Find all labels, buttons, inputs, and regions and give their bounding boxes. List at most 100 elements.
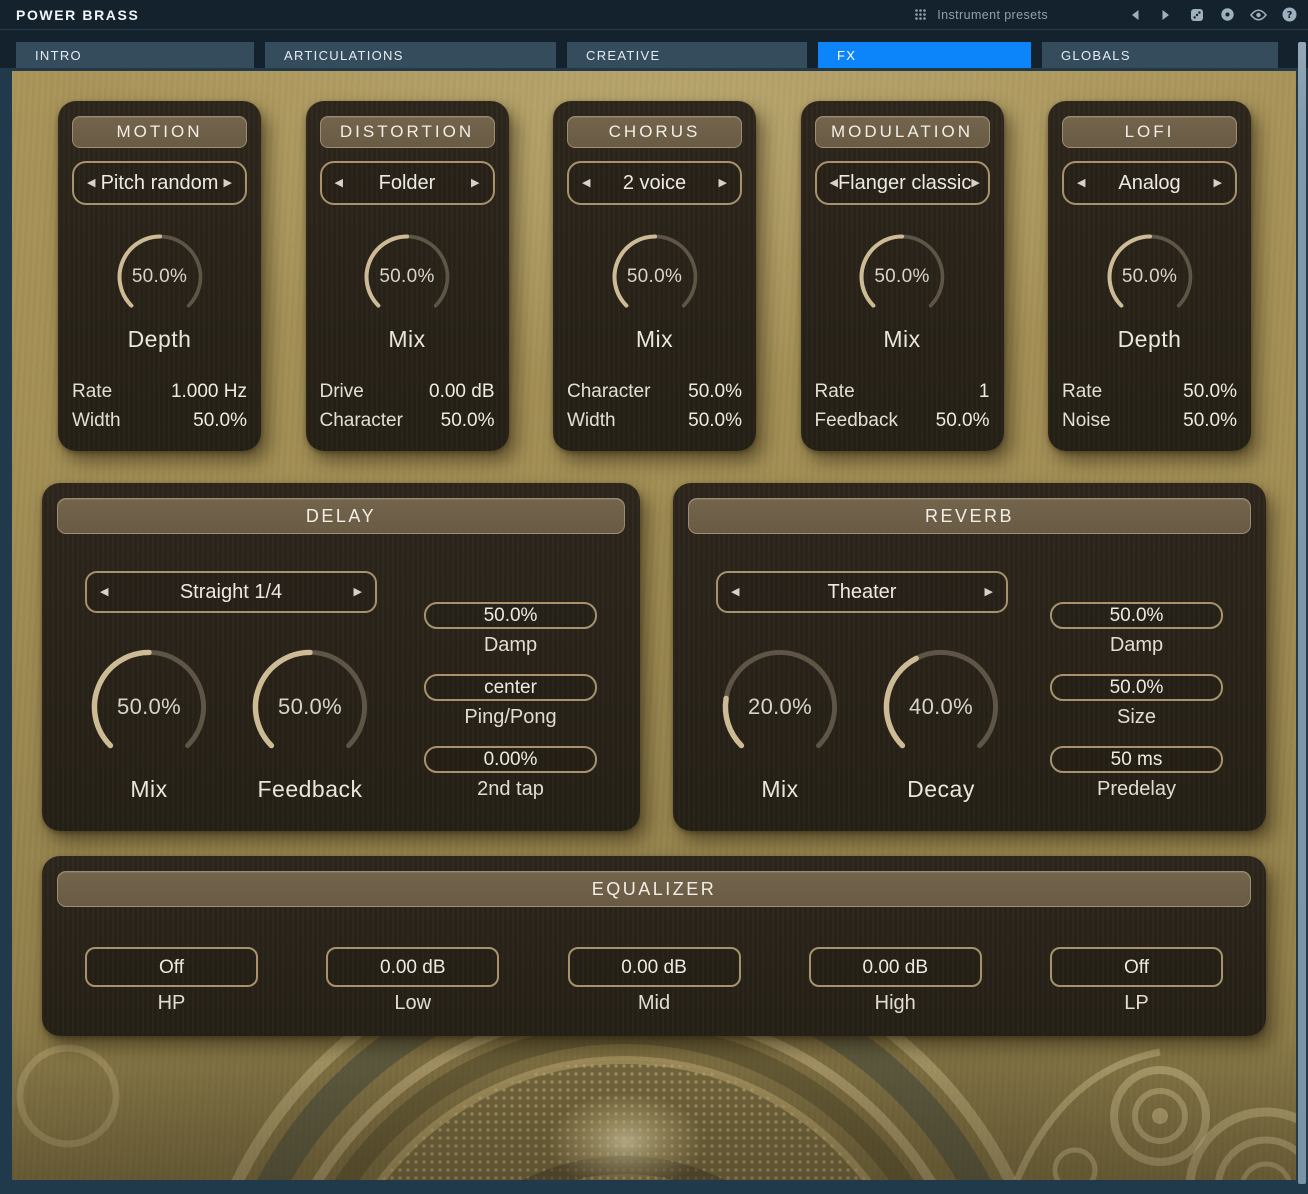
field-label: Size: [1050, 706, 1223, 729]
motion-header-button[interactable]: MOTION: [72, 116, 247, 148]
help-icon[interactable]: ?: [1281, 7, 1298, 22]
distortion-character-value[interactable]: 50.0%: [441, 410, 495, 432]
lofi-next-icon[interactable]: ▶: [1214, 178, 1222, 189]
distortion-header-button[interactable]: DISTORTION: [320, 116, 495, 148]
chorus-type-selector[interactable]: ◀ 2 voice ▶: [567, 161, 742, 205]
modulation-type-selector[interactable]: ◀ Flanger classic ▶: [815, 161, 990, 205]
target-dot-icon[interactable]: [1219, 7, 1236, 22]
delay-feedback-knob[interactable]: 50.0%: [248, 645, 372, 769]
modulation-prev-icon[interactable]: ◀: [830, 178, 838, 189]
dice-random-icon[interactable]: [1188, 7, 1205, 22]
reverb-damp-value[interactable]: 50.0%: [1050, 602, 1223, 629]
tab-intro[interactable]: INTRO: [16, 42, 254, 68]
delay-damp-value[interactable]: 50.0%: [424, 602, 597, 629]
modulation-mix-knob[interactable]: 50.0%: [856, 231, 948, 323]
titlebar-right: Instrument presets: [912, 7, 1308, 22]
modulation-rate-value[interactable]: 1: [979, 381, 990, 403]
param-row: Width 50.0%: [567, 406, 742, 435]
delay-damp-group: 50.0% Damp: [424, 602, 597, 657]
scrollbar[interactable]: [1298, 42, 1306, 1184]
preset-next-icon[interactable]: [1157, 7, 1174, 22]
distortion-next-icon[interactable]: ▶: [471, 178, 479, 189]
delay-pingpong-value[interactable]: center: [424, 674, 597, 701]
reverb-next-icon[interactable]: ▶: [985, 587, 993, 598]
knob-label: Decay: [879, 776, 1003, 803]
lofi-depth-knob[interactable]: 50.0%: [1104, 231, 1196, 323]
motion-next-icon[interactable]: ▶: [224, 178, 232, 189]
motion-prev-icon[interactable]: ◀: [87, 178, 95, 189]
motion-depth-knob[interactable]: 50.0%: [114, 231, 206, 323]
lofi-noise-value[interactable]: 50.0%: [1183, 410, 1237, 432]
modulation-next-icon[interactable]: ▶: [971, 178, 979, 189]
eye-icon[interactable]: [1250, 7, 1267, 22]
delay-header-button[interactable]: DELAY: [57, 498, 625, 534]
reverb-type-selector[interactable]: ◀ Theater ▶: [716, 571, 1008, 613]
tab-fx[interactable]: FX: [818, 42, 1031, 68]
chorus-prev-icon[interactable]: ◀: [582, 178, 590, 189]
eq-high-value[interactable]: 0.00 dB: [809, 947, 982, 987]
eq-low-value[interactable]: 0.00 dB: [326, 947, 499, 987]
reverb-prev-icon[interactable]: ◀: [731, 587, 739, 598]
distortion-drive-value[interactable]: 0.00 dB: [429, 381, 495, 403]
param-row: Rate 50.0%: [1062, 377, 1237, 406]
field-label: Predelay: [1050, 778, 1223, 801]
reverb-decay-group: 40.0% Decay: [879, 645, 1003, 803]
param-label: Rate: [815, 381, 855, 403]
delay-fields: 50.0% Damp center Ping/Pong 0.00% 2nd ta…: [424, 602, 597, 818]
eq-lp-band: Off LP: [1050, 947, 1223, 1015]
lofi-type-value: Analog: [1085, 172, 1213, 195]
field-label: 2nd tap: [424, 778, 597, 801]
knob-value: 50.0%: [87, 645, 211, 769]
chorus-character-value[interactable]: 50.0%: [688, 381, 742, 403]
band-label: High: [809, 992, 982, 1015]
chorus-mix-knob[interactable]: 50.0%: [609, 231, 701, 323]
delay-prev-icon[interactable]: ◀: [100, 587, 108, 598]
motion-rate-value[interactable]: 1.000 Hz: [171, 381, 247, 403]
preset-prev-icon[interactable]: [1126, 7, 1143, 22]
param-label: Character: [320, 410, 403, 432]
lofi-rate-value[interactable]: 50.0%: [1183, 381, 1237, 403]
lofi-prev-icon[interactable]: ◀: [1077, 178, 1085, 189]
delay-next-icon[interactable]: ▶: [354, 587, 362, 598]
delay-2ndtap-value[interactable]: 0.00%: [424, 746, 597, 773]
param-label: Drive: [320, 381, 364, 403]
chorus-width-value[interactable]: 50.0%: [688, 410, 742, 432]
reverb-size-value[interactable]: 50.0%: [1050, 674, 1223, 701]
field-label: Damp: [424, 634, 597, 657]
tab-creative[interactable]: CREATIVE: [567, 42, 807, 68]
delay-mode-selector[interactable]: ◀ Straight 1/4 ▶: [85, 571, 377, 613]
equalizer-bands: Off HP 0.00 dB Low 0.00 dB Mid 0.00 dB H…: [57, 947, 1251, 1015]
delay-panel: DELAY ◀ Straight 1/4 ▶ 50.0%: [42, 483, 640, 831]
param-row: Feedback 50.0%: [815, 406, 990, 435]
chorus-header-button[interactable]: CHORUS: [567, 116, 742, 148]
reverb-mix-knob[interactable]: 20.0%: [718, 645, 842, 769]
tab-globals[interactable]: GLOBALS: [1042, 42, 1278, 68]
motion-type-selector[interactable]: ◀ Pitch random ▶: [72, 161, 247, 205]
reverb-header-button[interactable]: REVERB: [688, 498, 1251, 534]
reverb-decay-knob[interactable]: 40.0%: [879, 645, 1003, 769]
fx-mid-row: DELAY ◀ Straight 1/4 ▶ 50.0%: [42, 483, 1266, 831]
param-label: Rate: [72, 381, 112, 403]
motion-width-value[interactable]: 50.0%: [193, 410, 247, 432]
delay-mix-knob[interactable]: 50.0%: [87, 645, 211, 769]
instrument-presets-button[interactable]: Instrument presets: [912, 7, 1048, 22]
distortion-mix-knob[interactable]: 50.0%: [361, 231, 453, 323]
tab-articulations[interactable]: ARTICULATIONS: [265, 42, 556, 68]
distortion-type-selector[interactable]: ◀ Folder ▶: [320, 161, 495, 205]
field-label: Ping/Pong: [424, 706, 597, 729]
knob-label: Mix: [718, 776, 842, 803]
reverb-predelay-value[interactable]: 50 ms: [1050, 746, 1223, 773]
delay-pingpong-group: center Ping/Pong: [424, 674, 597, 729]
modulation-header-button[interactable]: MODULATION: [815, 116, 990, 148]
eq-mid-value[interactable]: 0.00 dB: [568, 947, 741, 987]
eq-lp-value[interactable]: Off: [1050, 947, 1223, 987]
modulation-feedback-value[interactable]: 50.0%: [936, 410, 990, 432]
knob-value: 50.0%: [248, 645, 372, 769]
lofi-header-button[interactable]: LOFI: [1062, 116, 1237, 148]
chorus-next-icon[interactable]: ▶: [719, 178, 727, 189]
equalizer-header-button[interactable]: EQUALIZER: [57, 871, 1251, 907]
distortion-prev-icon[interactable]: ◀: [335, 178, 343, 189]
eq-hp-value[interactable]: Off: [85, 947, 258, 987]
lofi-type-selector[interactable]: ◀ Analog ▶: [1062, 161, 1237, 205]
brass-ornament: [12, 1030, 1296, 1180]
